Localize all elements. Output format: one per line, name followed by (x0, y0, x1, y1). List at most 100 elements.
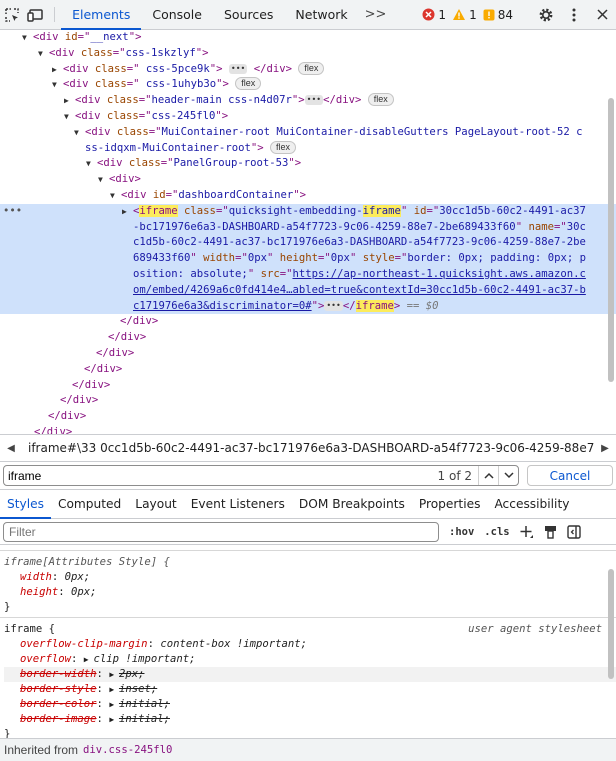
expand-shorthand-icon[interactable]: ▶ (109, 670, 119, 679)
expanded-triangle-icon[interactable]: ▼ (38, 46, 49, 62)
collapsed-content-button[interactable]: ••• (304, 95, 324, 106)
tab-accessibility[interactable]: Accessibility (487, 490, 576, 518)
expanded-triangle-icon[interactable]: ▼ (98, 172, 109, 188)
hover-state-button[interactable]: :hov (449, 526, 474, 538)
dom-tree-scrollbar[interactable] (608, 98, 614, 382)
dom-node[interactable]: ▼ <div class="css-1skzlyf"> (0, 46, 616, 62)
style-property-overridden[interactable]: border-image: ▶ initial; (4, 712, 616, 727)
close-icon[interactable] (588, 9, 616, 20)
style-property[interactable]: overflow-clip-margin: content-box !impor… (4, 637, 616, 652)
flex-badge[interactable]: flex (235, 77, 262, 91)
warning-count: 1 (469, 7, 477, 22)
style-property[interactable]: overflow: ▶ clip !important; (4, 652, 616, 667)
breadcrumb-right-arrow-icon[interactable]: ▶ (594, 443, 616, 454)
style-property[interactable]: width: 0px; (4, 570, 616, 585)
dom-closing-tag: </div> (108, 331, 147, 344)
more-tabs-chevron-icon[interactable]: >> (359, 0, 393, 29)
expanded-triangle-icon[interactable]: ▼ (110, 188, 121, 204)
rule-source: user agent stylesheet (468, 623, 602, 635)
tab-dom-breakpoints[interactable]: DOM Breakpoints (292, 490, 412, 518)
expanded-triangle-icon[interactable]: ▼ (74, 125, 85, 141)
expanded-triangle-icon[interactable]: ▼ (22, 30, 33, 46)
iframe-src-link[interactable]: https://ap-northeast-1.quicksight.aws.am… (292, 268, 585, 280)
collapsed-triangle-icon[interactable]: ▶ (52, 62, 63, 78)
dom-node[interactable]: ▼ <div class=" css-1uhyb3o"> flex (0, 77, 616, 93)
kebab-menu-icon[interactable] (560, 8, 588, 22)
styles-scrollbar[interactable] (608, 569, 614, 679)
style-property[interactable]: height: 0px; (4, 585, 616, 600)
style-rule-user-agent: iframe { user agent stylesheet overflow-… (0, 618, 616, 738)
inherited-element-link[interactable]: div.css-245fl0 (83, 744, 172, 756)
dom-closing-tag: </div> (120, 315, 159, 328)
dom-node[interactable]: ▼ <div> (0, 172, 616, 188)
collapsed-triangle-icon[interactable]: ▶ (64, 93, 75, 109)
tab-console[interactable]: Console (141, 0, 213, 29)
tab-sources[interactable]: Sources (213, 0, 284, 29)
tab-styles[interactable]: Styles (0, 490, 51, 519)
flex-badge[interactable]: flex (270, 140, 297, 154)
class-toggle-button[interactable]: .cls (484, 526, 509, 538)
dom-node[interactable]: ▼ <div class="MuiContainer-root MuiContai… (0, 125, 616, 141)
search-previous-button[interactable] (478, 466, 498, 485)
expanded-triangle-icon[interactable]: ▼ (52, 77, 63, 93)
iframe-src-link[interactable]: c171976e6a3&discriminator=0# (133, 300, 312, 312)
selected-dom-node-continued: c171976e6a3&discriminator=0#"> ••• </ifram… (0, 298, 616, 315)
iframe-src-link[interactable]: om/embed/4269a6c0fd414e4…abled=true&cont… (133, 284, 586, 296)
expand-shorthand-icon[interactable]: ▶ (109, 685, 119, 694)
dom-node[interactable]: ▼ <div class="css-245fl0"> (0, 109, 616, 125)
info-count: 84 (497, 7, 513, 22)
collapsed-content-button[interactable]: ••• (228, 63, 248, 74)
issue-counters[interactable]: 1 1 84 (422, 0, 519, 29)
flex-badge[interactable]: flex (367, 93, 394, 107)
style-property-overridden[interactable]: border-width: ▶ 2px; (4, 667, 616, 682)
flex-badge[interactable]: flex (298, 61, 325, 75)
element-state-icon[interactable] (544, 525, 557, 539)
collapsed-content-button[interactable]: ••• (324, 300, 343, 311)
node-actions-icon[interactable]: ••• (3, 204, 22, 220)
inspect-element-icon[interactable] (0, 0, 24, 29)
tab-properties[interactable]: Properties (412, 490, 488, 518)
dom-node[interactable]: ▶ <div class="header-main css-n4d07r"> •••… (0, 93, 616, 109)
selected-dom-node-continued: -bc171976e6a3-DASHBOARD-a54f7723-9c06-42… (0, 219, 616, 236)
search-next-button[interactable] (498, 466, 518, 485)
tab-computed[interactable]: Computed (51, 490, 128, 518)
info-counter: 84 (483, 8, 513, 22)
devtools-toolbar: Elements Console Sources Network >> 1 1 … (0, 0, 616, 30)
gear-icon[interactable] (532, 7, 560, 23)
tab-network[interactable]: Network (284, 0, 358, 29)
dom-closing-tag: </div> (84, 362, 123, 375)
toggle-sidebar-icon[interactable] (566, 524, 581, 539)
dom-closing-tag: </div> (96, 346, 135, 359)
dom-node[interactable]: ▼ <div id="dashboardContainer"> (0, 188, 616, 204)
selected-dom-node[interactable]: ••• ▶ <iframe class="quicksight-embedding-… (0, 203, 616, 220)
rule-selector[interactable]: iframe[Attributes Style] { (4, 555, 616, 570)
toolbar-divider (54, 7, 56, 22)
expanded-triangle-icon[interactable]: ▼ (86, 156, 97, 172)
style-property-overridden[interactable]: border-style: ▶ inset; (4, 682, 616, 697)
dom-node-continued: ss-idqxm-MuiContainer-root"> flex (0, 140, 616, 157)
console-reference: == $0 (400, 299, 439, 312)
dom-node[interactable]: ▼ <div id="__next"> (0, 30, 616, 46)
expand-shorthand-icon[interactable]: ▶ (84, 655, 94, 664)
device-toolbar-icon[interactable] (24, 0, 48, 29)
style-property-overridden[interactable]: border-color: ▶ initial; (4, 697, 616, 712)
search-input[interactable] (4, 468, 438, 483)
expanded-triangle-icon[interactable]: ▼ (64, 109, 75, 125)
add-style-rule-icon[interactable] (520, 525, 534, 539)
expand-shorthand-icon[interactable]: ▶ (109, 700, 119, 709)
selected-dom-node-continued: c1d5b-60c2-4491-ac37-bc171976e6a3-DASHBO… (0, 235, 616, 252)
styles-pane: iframe[Attributes Style] { width: 0px; h… (0, 545, 616, 738)
tab-layout[interactable]: Layout (128, 490, 183, 518)
dom-node[interactable]: ▶ <div class=" css-5pce9k"> ••• </div> fl… (0, 61, 616, 78)
cancel-button[interactable]: Cancel (527, 465, 613, 486)
tab-elements[interactable]: Elements (61, 0, 142, 30)
expand-shorthand-icon[interactable]: ▶ (109, 715, 119, 724)
rule-close-brace: } (4, 601, 11, 613)
tab-event-listeners[interactable]: Event Listeners (184, 490, 292, 518)
filter-input[interactable] (9, 524, 438, 539)
search-match-count: 1 of 2 (437, 468, 472, 483)
dom-node[interactable]: ▼ <div class="PanelGroup-root-53"> (0, 156, 616, 172)
collapsed-triangle-icon[interactable]: ▶ (122, 204, 133, 220)
breadcrumb-item[interactable]: iframe#\33 0cc1d5b-60c2-4491-ac37-bc1719… (22, 441, 594, 455)
breadcrumb-left-arrow-icon[interactable]: ◀ (0, 443, 22, 454)
